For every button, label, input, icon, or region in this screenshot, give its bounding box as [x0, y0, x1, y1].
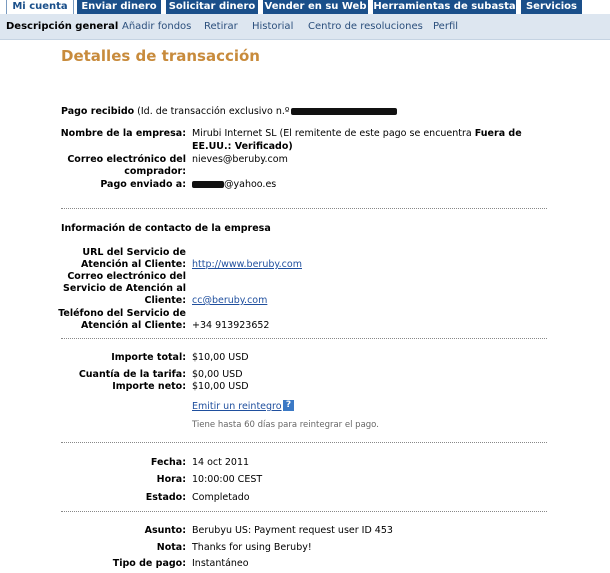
- tab-herramientas-de-subasta[interactable]: Herramientas de subasta: [373, 0, 516, 14]
- net-amount-label: Importe neto:: [112, 381, 186, 392]
- payment-heading-bold: Pago recibido: [61, 106, 135, 117]
- total-amount-label: Importe total:: [111, 352, 186, 363]
- subnav-centro-de-resoluciones[interactable]: Centro de resoluciones: [308, 21, 423, 32]
- subnav-descripcion-general[interactable]: Descripción general: [6, 21, 118, 32]
- contact-heading: Información de contacto de la empresa: [61, 223, 271, 234]
- section-divider: [61, 442, 547, 443]
- payment-heading: Pago recibido (Id. de transacción exclus…: [61, 106, 398, 117]
- time-label: Hora:: [156, 474, 186, 485]
- refund-note: Tiene hasta 60 días para reintegrar el p…: [192, 420, 379, 430]
- date-value: 14 oct 2011: [192, 457, 250, 468]
- transaction-id-label: (Id. de transacción exclusivo n.º: [134, 106, 290, 117]
- subnav-anadir-fondos[interactable]: Añadir fondos: [122, 21, 191, 32]
- subject-value: Berubyu US: Payment request user ID 453: [192, 525, 393, 536]
- note-label: Nota:: [156, 542, 186, 553]
- subnav-perfil[interactable]: Perfil: [433, 21, 458, 32]
- tab-solicitar-dinero[interactable]: Solicitar dinero: [166, 0, 258, 14]
- support-phone-label-2: Atención al Cliente:: [80, 320, 186, 331]
- section-divider: [61, 208, 547, 209]
- total-amount-value: $10,00 USD: [192, 352, 249, 363]
- payment-type-label: Tipo de pago:: [112, 558, 186, 569]
- sent-to-label: Pago enviado a:: [100, 179, 186, 190]
- top-tab-bar: Mi cuenta Enviar dinero Solicitar dinero…: [0, 0, 610, 15]
- payment-type-value: Instantáneo: [192, 558, 249, 569]
- status-label: Estado:: [145, 492, 186, 503]
- tab-servicios[interactable]: Servicios: [521, 0, 582, 14]
- support-url-label-1: URL del Servicio de: [82, 247, 186, 258]
- redacted-email-user: [192, 181, 224, 188]
- company-name-text: Mirubi Internet SL (El remitente de este…: [192, 128, 475, 139]
- subnav-historial[interactable]: Historial: [252, 21, 293, 32]
- page-title: Detalles de transacción: [61, 47, 260, 65]
- help-icon[interactable]: ?: [283, 400, 294, 411]
- buyer-email-label-1: Correo electrónico del: [67, 154, 186, 165]
- company-name-value-line1: Mirubi Internet SL (El remitente de este…: [192, 128, 522, 139]
- tab-vender-en-su-web[interactable]: Vender en su Web: [263, 0, 368, 14]
- sub-navigation: Descripción general Añadir fondos Retira…: [0, 14, 610, 40]
- tab-mi-cuenta[interactable]: Mi cuenta: [6, 0, 74, 15]
- buyer-email-value: nieves@beruby.com: [192, 154, 288, 165]
- support-email-label-1: Correo electrónico del: [67, 271, 186, 282]
- sent-to-domain: @yahoo.es: [224, 179, 277, 190]
- company-name-value-line2: EE.UU.: Verificado): [192, 141, 293, 152]
- support-email-label-2: Servicio de Atención al: [63, 283, 186, 294]
- status-value: Completado: [192, 492, 250, 503]
- note-value: Thanks for using Beruby!: [192, 542, 312, 553]
- tab-enviar-dinero[interactable]: Enviar dinero: [77, 0, 161, 14]
- subnav-retirar[interactable]: Retirar: [204, 21, 238, 32]
- net-amount-value: $10,00 USD: [192, 381, 249, 392]
- company-location-bold: Fuera de: [474, 128, 522, 139]
- fee-amount-label: Cuantía de la tarifa:: [78, 369, 186, 380]
- issue-refund-link[interactable]: Emitir un reintegro: [192, 401, 282, 412]
- company-name-label: Nombre de la empresa:: [60, 128, 186, 139]
- date-label: Fecha:: [150, 457, 186, 468]
- section-divider: [61, 338, 547, 339]
- sent-to-value: @yahoo.es: [192, 179, 276, 190]
- time-value: 10:00:00 CEST: [192, 474, 263, 485]
- section-divider: [61, 511, 547, 512]
- redacted-transaction-id: [291, 108, 398, 115]
- subject-label: Asunto:: [144, 525, 186, 536]
- support-email-link[interactable]: cc@beruby.com: [192, 295, 267, 306]
- support-email-label-3: Cliente:: [144, 295, 186, 306]
- fee-amount-value: $0,00 USD: [192, 369, 243, 380]
- support-url-link[interactable]: http://www.beruby.com: [192, 259, 302, 270]
- support-phone-label-1: Teléfono del Servicio de: [58, 308, 186, 319]
- buyer-email-label-2: comprador:: [124, 166, 186, 177]
- support-phone-value: +34 913923652: [192, 320, 270, 331]
- support-url-label-2: Atención al Cliente:: [80, 259, 186, 270]
